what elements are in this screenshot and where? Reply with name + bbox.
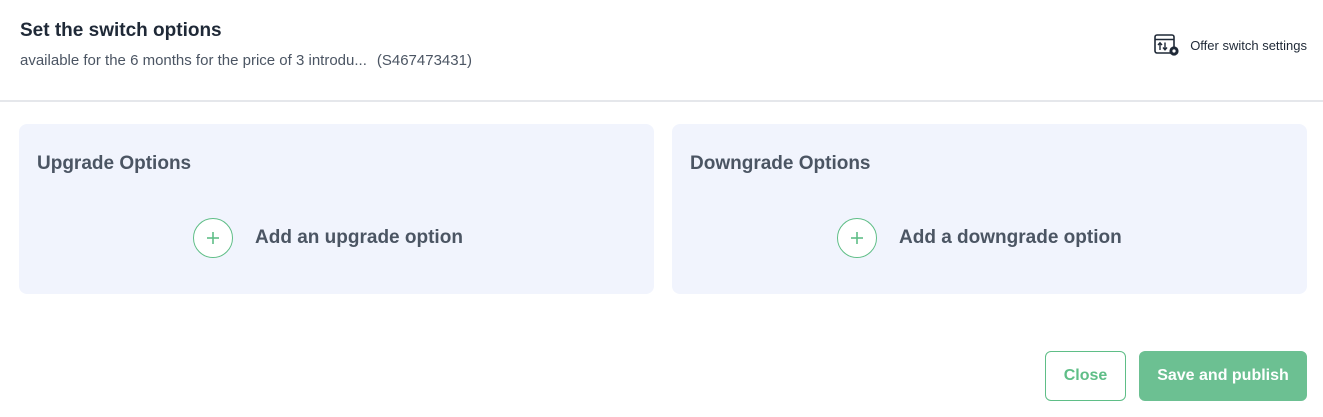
plus-icon xyxy=(837,218,877,258)
dialog-header: Set the switch options available for the… xyxy=(0,0,1323,102)
page-title: Set the switch options xyxy=(20,20,222,41)
save-and-publish-button[interactable]: Save and publish xyxy=(1139,351,1307,401)
add-upgrade-option-button[interactable]: Add an upgrade option xyxy=(193,218,463,258)
add-upgrade-option-label: Add an upgrade option xyxy=(255,227,463,248)
close-button[interactable]: Close xyxy=(1045,351,1126,401)
offer-switch-settings-link[interactable]: Offer switch settings xyxy=(1154,33,1307,57)
upgrade-options-panel: Upgrade Options Add an upgrade option xyxy=(19,124,654,294)
add-downgrade-option-button[interactable]: Add a downgrade option xyxy=(837,218,1122,258)
upgrade-options-title: Upgrade Options xyxy=(37,153,192,174)
downgrade-options-panel: Downgrade Options Add a downgrade option xyxy=(672,124,1307,294)
plus-icon xyxy=(193,218,233,258)
offer-subtitle: available for the 6 months for the price… xyxy=(20,52,472,69)
table-settings-icon xyxy=(1154,34,1179,56)
offer-switch-settings-label: Offer switch settings xyxy=(1190,37,1307,53)
add-downgrade-option-label: Add a downgrade option xyxy=(899,227,1122,248)
offer-id: (S467473431) xyxy=(376,52,472,69)
downgrade-options-title: Downgrade Options xyxy=(690,153,871,174)
switch-options-dialog: Set the switch options available for the… xyxy=(0,0,1323,417)
offer-description: available for the 6 months for the price… xyxy=(20,52,367,69)
